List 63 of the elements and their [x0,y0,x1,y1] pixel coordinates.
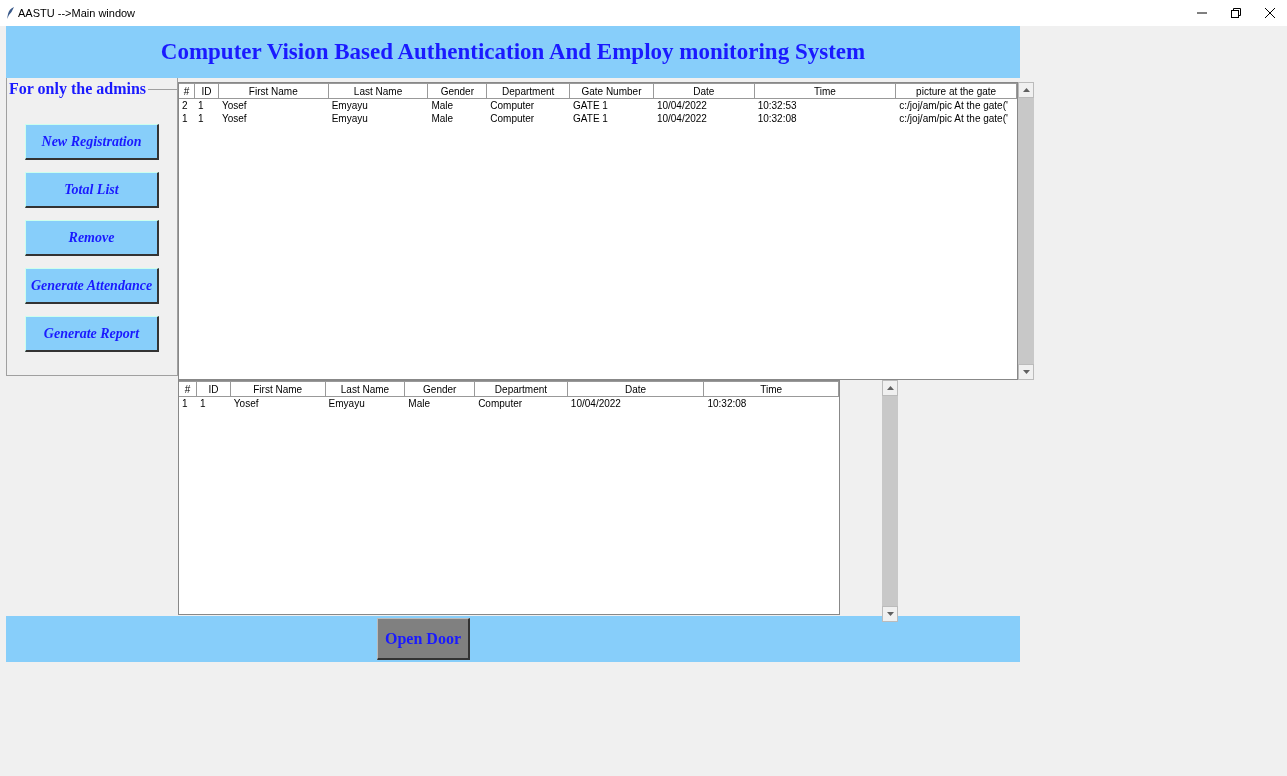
table-cell-text: Yosef [232,397,260,410]
scrollbar[interactable] [1018,82,1034,380]
table-cell-text: 1 [198,397,207,410]
table-cell-text: 10/04/2022 [569,397,622,410]
column-header[interactable]: ID [194,83,219,99]
table-cell-text: Yosef [220,112,248,125]
scrollbar[interactable] [882,380,898,622]
admin-button[interactable]: Remove [25,220,159,256]
table-cell-text: Computer [489,99,536,112]
feather-icon [6,7,14,19]
column-header[interactable]: picture at the gate [896,83,1017,99]
table-cell-text: 10:32:53 [756,99,798,112]
table-cell-text: Emyayu [327,397,366,410]
table-cell-text: 1 [181,397,189,410]
column-header[interactable]: Date [567,381,705,397]
table-cell-text: Male [407,397,432,410]
column-header[interactable]: # [179,381,197,397]
admin-button[interactable]: Total List [25,172,159,208]
table-cell-text: 1 [181,112,189,125]
column-header[interactable]: Gender [405,381,476,397]
column-header[interactable]: Gate Number [570,83,654,99]
panel-title: For only the admins [8,80,148,98]
table-cell-text: GATE 1 [572,112,609,125]
column-header[interactable]: First Name [230,381,326,397]
table-cell-text: 10/04/2022 [655,112,708,125]
table-cell-text: 2 [181,99,189,112]
column-header[interactable]: Gender [428,83,488,99]
table-cell-text: Male [430,112,455,125]
admin-button[interactable]: Generate Attendance [25,268,159,304]
up-arrow-icon[interactable] [1022,88,1030,92]
table-cell-text: 1 [196,112,205,125]
table-cell-text: Emyayu [330,99,369,112]
table-cell-text: Male [430,99,455,112]
admin-button[interactable]: New Registration [25,124,159,160]
table-cell-text: Yosef [220,99,248,112]
table-cell-text: GATE 1 [572,99,609,112]
column-header[interactable]: First Name [218,83,329,99]
table-cell-text: Computer [489,112,536,125]
down-arrow-icon[interactable] [886,612,894,616]
close-icon[interactable] [1265,8,1275,18]
column-header[interactable]: # [179,83,195,99]
restore-icon[interactable] [1231,8,1241,18]
column-header[interactable]: Date [653,83,755,99]
column-header[interactable]: Time [754,83,897,99]
table-cell-text: Computer [477,397,524,410]
up-arrow-icon[interactable] [886,386,894,390]
column-header[interactable]: Time [704,381,839,397]
admin-button[interactable]: Generate Report [25,316,159,352]
column-header[interactable]: ID [196,381,231,397]
column-header[interactable]: Last Name [325,381,406,397]
column-header[interactable]: Department [487,83,571,99]
table-cell-text: c:/joj/am/pic At the gate(' [898,99,1009,112]
app-title: Computer Vision Based Authentication And Employ monitoring System [160,39,866,65]
window-title: AASTU -->Main window [18,7,136,19]
table-cell-text: 10:32:08 [756,112,798,125]
table-cell-text: c:/joj/am/pic At the gate(' [898,112,1009,125]
column-header[interactable]: Last Name [328,83,429,99]
down-arrow-icon[interactable] [1022,370,1030,374]
table-cell-text: 1 [196,99,205,112]
column-header[interactable]: Department [475,381,568,397]
table-cell-text: 10:32:08 [706,397,748,410]
table-cell-text: Emyayu [330,112,369,125]
table-cell-text: 10/04/2022 [655,99,708,112]
